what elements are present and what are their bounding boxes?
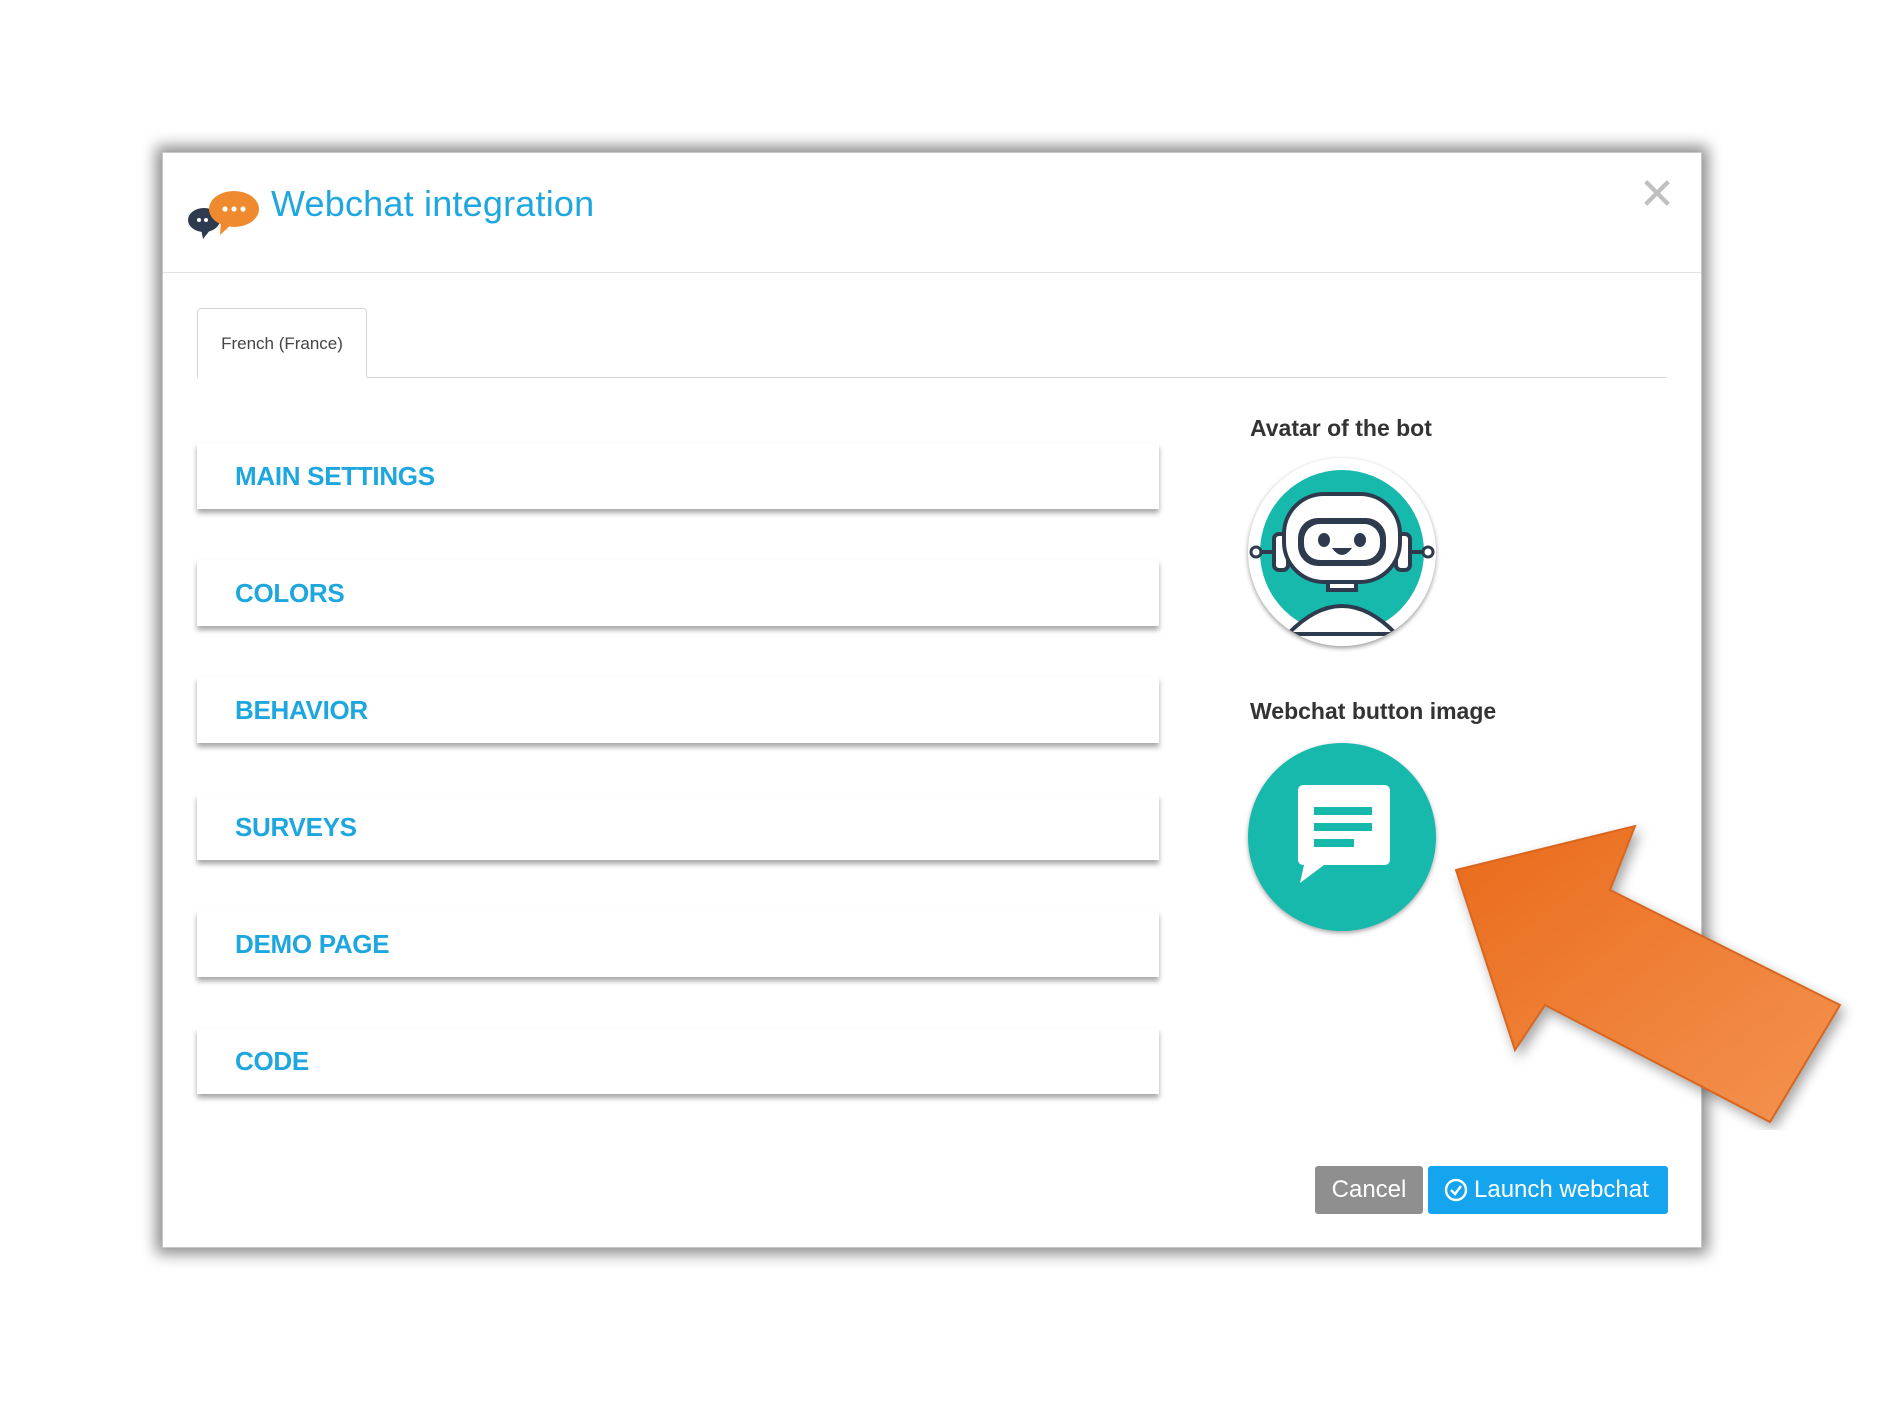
section-label: SURVEYS	[235, 812, 357, 842]
chat-bubble-icon	[1298, 785, 1390, 883]
webchat-button-image[interactable]	[1248, 743, 1436, 931]
section-label: COLORS	[235, 578, 345, 608]
page: Webchat integration ✕ French (France) MA…	[0, 0, 1899, 1401]
section-behavior[interactable]: BEHAVIOR	[197, 677, 1159, 743]
section-demo-page[interactable]: DEMO PAGE	[197, 911, 1159, 977]
cancel-button[interactable]: Cancel	[1315, 1166, 1423, 1214]
section-label: BEHAVIOR	[235, 695, 368, 725]
section-label: MAIN SETTINGS	[235, 461, 435, 491]
section-label: DEMO PAGE	[235, 929, 390, 959]
check-circle-icon	[1444, 1178, 1468, 1202]
launch-webchat-button[interactable]: Launch webchat	[1428, 1166, 1668, 1214]
modal-title: Webchat integration	[271, 183, 595, 224]
section-main-settings[interactable]: MAIN SETTINGS	[197, 443, 1159, 509]
button-image-label: Webchat button image	[1250, 698, 1497, 724]
launch-webchat-label: Launch webchat	[1474, 1176, 1649, 1203]
webchat-integration-modal: Webchat integration ✕ French (France) MA…	[162, 152, 1702, 1248]
webchat-logo-icon	[188, 191, 259, 239]
avatar-label: Avatar of the bot	[1250, 415, 1432, 441]
section-code[interactable]: CODE	[197, 1028, 1159, 1094]
close-icon[interactable]: ✕	[1637, 173, 1677, 217]
robot-avatar-icon	[1249, 470, 1435, 636]
tab-french-france[interactable]: French (France)	[197, 308, 367, 378]
modal-header: Webchat integration ✕	[163, 153, 1701, 273]
section-surveys[interactable]: SURVEYS	[197, 794, 1159, 860]
section-label: CODE	[235, 1046, 309, 1076]
language-tabs: French (France)	[197, 308, 1667, 378]
section-colors[interactable]: COLORS	[197, 560, 1159, 626]
bot-avatar-image[interactable]	[1248, 458, 1436, 646]
